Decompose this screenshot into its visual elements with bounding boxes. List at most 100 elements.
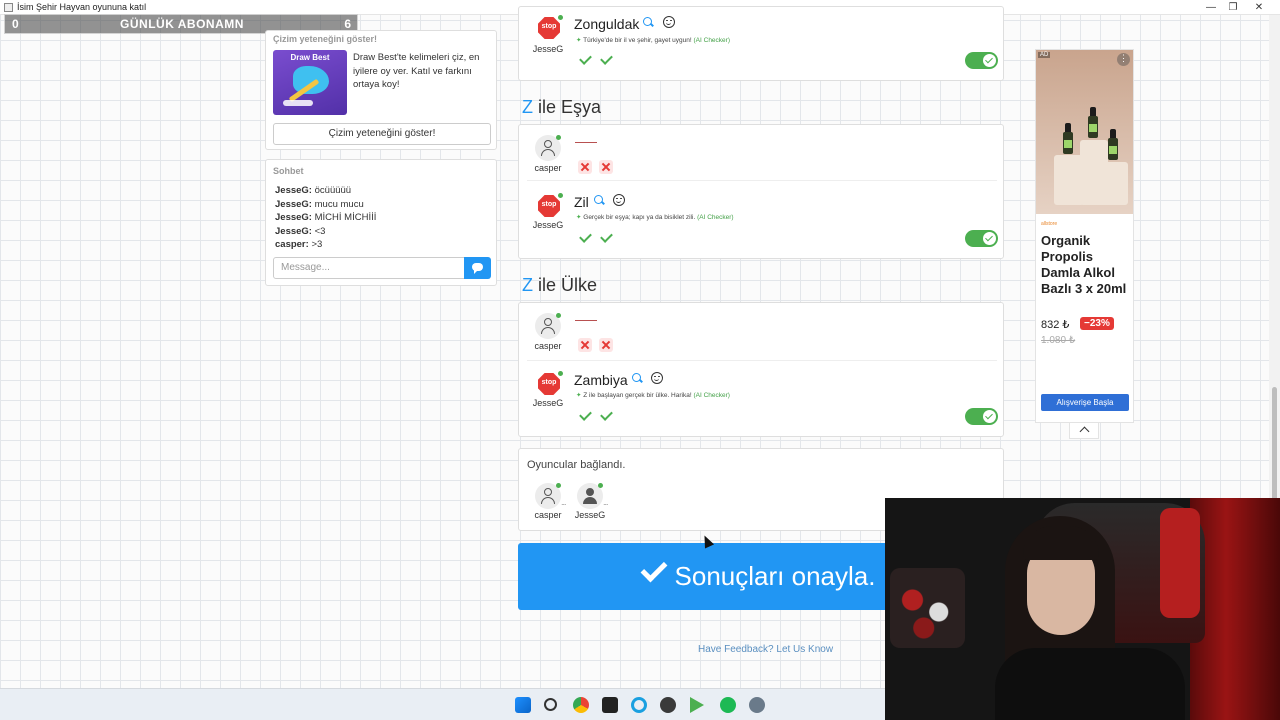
player-name: JesseG <box>532 220 564 230</box>
emoji-icon[interactable] <box>613 194 625 206</box>
vote-check-icon[interactable] <box>578 52 592 66</box>
empty-answer <box>575 320 597 321</box>
taskbar <box>0 688 885 720</box>
chat-message: JesseG: mucu mucu <box>275 198 376 212</box>
app-icon <box>4 3 13 12</box>
logitech-icon[interactable] <box>631 697 647 713</box>
ai-checker-label: (AI Checker) <box>697 214 734 221</box>
vote-cross-icon[interactable] <box>578 160 592 174</box>
divider <box>527 180 997 181</box>
epic-games-icon[interactable] <box>602 697 618 713</box>
vote-cross-icon[interactable] <box>578 338 592 352</box>
spotify-icon[interactable] <box>720 697 736 713</box>
vote-check-icon[interactable] <box>599 52 613 66</box>
ai-note-text: Z ile başlayan gerçek bir ülke. Harika! <box>583 392 692 399</box>
avatar <box>577 483 603 509</box>
emoji-icon[interactable] <box>651 372 663 384</box>
player-name: casper <box>534 341 562 351</box>
ai-checker-label: (AI Checker) <box>693 37 730 44</box>
ai-note: ✦ Gerçek bir eşya; kapı ya da bisiklet z… <box>576 213 734 221</box>
emoji-icon[interactable] <box>663 16 675 28</box>
answer-word: Zonguldak <box>574 16 640 32</box>
ad-discount-badge: −23% <box>1080 317 1114 330</box>
ad-title[interactable]: Organik Propolis Damla Alkol Bazlı 3 x 2… <box>1041 233 1131 297</box>
sparkle-icon: ✦ <box>576 37 582 44</box>
category-card-city: stop JesseG Zonguldak ✦ Türkiye'de bir i… <box>518 6 1004 81</box>
chat-card: Sohbet JesseG: öcüüüüü JesseG: mucu mucu… <box>265 159 497 286</box>
avatar <box>535 313 561 339</box>
typing-indicator: ... <box>603 497 608 507</box>
chat-send-button[interactable] <box>464 257 491 279</box>
settings-gear-icon[interactable] <box>749 697 765 713</box>
empty-answer <box>575 142 597 143</box>
vote-check-icon[interactable] <box>578 408 592 422</box>
category-card-country: casper stop JesseG Zambiya ✦ Z ile başla… <box>518 302 1004 437</box>
chat-message-input[interactable]: Message... <box>273 257 465 279</box>
close-icon[interactable]: ✕ <box>1246 0 1272 15</box>
answer-word: Zil <box>574 194 589 210</box>
stop-icon: stop <box>538 371 563 395</box>
show-drawing-skill-button[interactable]: Çizim yeteneğini göster! <box>273 123 491 145</box>
chat-title: Sohbet <box>273 166 304 176</box>
category-letter: Z <box>522 97 533 117</box>
sparkle-icon: ✦ <box>576 214 582 221</box>
checkmark-icon <box>640 555 667 583</box>
chat-text: MİCHİ MİCHİİİ <box>314 212 377 223</box>
search-icon[interactable] <box>544 698 557 711</box>
ad-product-image[interactable]: AD ⋮ <box>1036 50 1133 214</box>
obs-icon[interactable] <box>660 697 676 713</box>
ad-shop-button[interactable]: Alışverişe Başla <box>1041 394 1129 411</box>
scrollbar-thumb[interactable] <box>1272 387 1277 507</box>
promo-text: Draw Best'te kelimeleri çiz, en iyilere … <box>353 52 480 90</box>
search-icon[interactable] <box>594 195 605 206</box>
ad-brand: allstore <box>1041 221 1058 227</box>
chat-message: JesseG: MİCHİ MİCHİİİ <box>275 211 376 225</box>
player-name: casper <box>534 163 562 173</box>
promo-header: Çizim yeteneğini göster! <box>273 34 378 44</box>
category-label: ile Ülke <box>538 275 598 295</box>
window-title: İsim Şehir Hayvan oyununa katıl <box>17 2 147 12</box>
vote-check-icon[interactable] <box>578 230 592 244</box>
chrome-icon[interactable] <box>573 697 589 713</box>
chat-message: casper: >3 <box>275 238 376 252</box>
draw-best-image-title: Draw Best <box>290 53 330 62</box>
flower-bouquet <box>890 568 965 648</box>
category-heading: Z ile Ülke <box>522 275 597 296</box>
gaming-chair-accent <box>1160 508 1200 618</box>
feedback-link[interactable]: Have Feedback? Let Us Know <box>698 644 833 655</box>
player-name: JesseG <box>532 398 564 408</box>
image-base <box>283 100 313 106</box>
maximize-icon[interactable]: ❐ <box>1220 0 1246 15</box>
ai-note: ✦ Z ile başlayan gerçek bir ülke. Harika… <box>576 391 730 399</box>
windows-start-icon[interactable] <box>515 697 531 713</box>
chat-text: <3 <box>314 225 326 237</box>
draw-best-image[interactable]: Draw Best <box>273 50 347 115</box>
sparkle-icon: ✦ <box>576 392 582 399</box>
answer-valid-toggle[interactable] <box>965 230 998 247</box>
streamer-body <box>995 648 1185 720</box>
ad-badge: AD <box>1038 52 1051 58</box>
display-pedestal <box>1098 162 1128 205</box>
vote-cross-icon[interactable] <box>599 338 613 352</box>
answer-valid-toggle[interactable] <box>965 408 998 425</box>
ai-note: ✦ Türkiye'de bir il ve şehir, gayet uygu… <box>576 36 730 44</box>
category-heading: Z ile Eşya <box>522 97 601 118</box>
category-label: ile Eşya <box>538 97 602 117</box>
vote-cross-icon[interactable] <box>599 160 613 174</box>
chat-user: JesseG: <box>275 185 312 196</box>
more-options-icon[interactable]: ⋮ <box>1117 53 1130 66</box>
avatar <box>535 135 561 161</box>
ad-collapse-icon[interactable] <box>1069 423 1099 439</box>
chat-text: >3 <box>311 239 323 250</box>
ad-panel[interactable]: AD ⋮ allstore Organik Propolis Damla Alk… <box>1035 49 1134 423</box>
divider <box>527 360 997 361</box>
vote-check-icon[interactable] <box>599 408 613 422</box>
answer-word: Zambiya <box>574 372 628 388</box>
ai-note-text: Türkiye'de bir il ve şehir, gayet uygun! <box>583 37 692 44</box>
vote-check-icon[interactable] <box>599 230 613 244</box>
search-icon[interactable] <box>643 17 654 28</box>
play-icon[interactable] <box>690 697 704 713</box>
search-icon[interactable] <box>632 373 643 384</box>
ad-price: 832 ₺ <box>1041 319 1070 331</box>
answer-valid-toggle[interactable] <box>965 52 998 69</box>
